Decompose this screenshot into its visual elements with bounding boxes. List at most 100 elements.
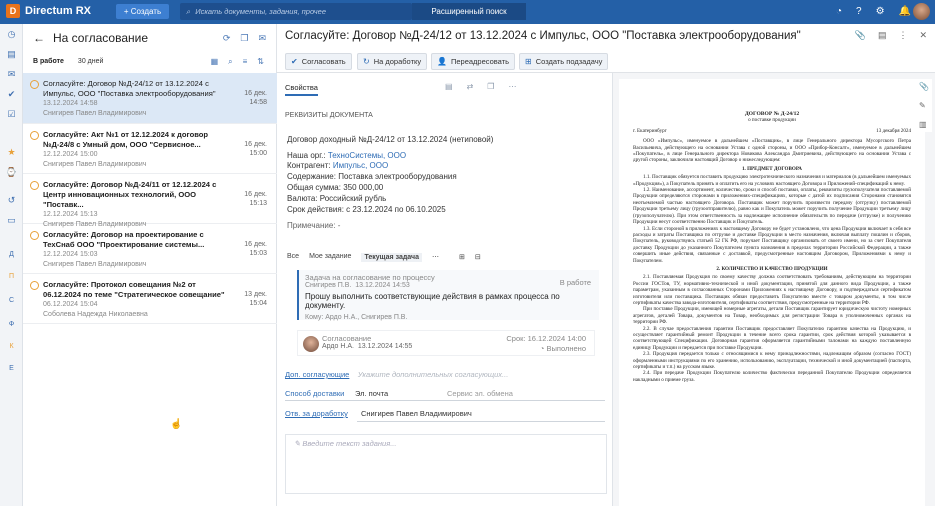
app-logo[interactable]: D Directum RX xyxy=(6,4,91,18)
subtask-icon: ⊞ xyxy=(525,57,532,66)
advanced-search-button[interactable]: Расширенный поиск xyxy=(412,3,526,20)
list-item[interactable]: Согласуйте: Договор на проектирование с … xyxy=(23,224,277,274)
close-icon[interactable]: ✕ xyxy=(919,30,927,41)
grid-icon[interactable]: ▦ xyxy=(211,57,219,67)
deadline-clock-icon xyxy=(30,281,39,290)
tab-all[interactable]: Все xyxy=(287,253,299,262)
task-title: Задача на согласование по процессу xyxy=(305,273,435,282)
tab-properties[interactable]: Свойства xyxy=(285,83,318,96)
tab-30-days[interactable]: 30 дней xyxy=(78,58,103,65)
currency-field: Валюта: Российский рубль xyxy=(287,194,387,203)
properties-panel: Свойства ▤ ⇄ ❐ ⋯ РЕКВИЗИТЫ ДОКУМЕНТА Догово… xyxy=(277,73,613,506)
filter-icon[interactable]: ≡ xyxy=(243,57,248,67)
tab-current-task[interactable]: Текущая задача xyxy=(361,253,422,262)
left-nav: ◷ ▤ ✉ ✔ ☑ ★ ⌚ ↺ ▭ Д П С Ф К Е xyxy=(0,24,23,506)
folder-p-icon[interactable]: П xyxy=(5,270,18,283)
more-icon[interactable]: ⋯ xyxy=(432,253,439,262)
document-page: ДОГОВОР № Д-24/12 о поставке продукции г… xyxy=(619,79,925,506)
sort-icon[interactable]: ⇅ xyxy=(257,57,264,67)
speed-icon[interactable]: ◔ xyxy=(836,6,842,17)
comment-input[interactable]: ✎ Введите текст задания... xyxy=(285,434,607,494)
tab-my-task[interactable]: Мое задание xyxy=(309,253,351,262)
folder-icon[interactable]: ▭ xyxy=(5,214,18,227)
directum-logo-icon: D xyxy=(6,4,20,18)
tab-in-work[interactable]: В работе xyxy=(33,58,64,65)
add-approvers-input[interactable]: Укажите дополнительных согласующих... xyxy=(358,370,509,379)
edit-icon[interactable]: ✎ xyxy=(919,101,929,110)
subtask-card[interactable]: Согласование Ардо Н.А. 13.12.2024 14:55 … xyxy=(297,330,595,356)
rework-responsible-label[interactable]: Отв. за доработку xyxy=(285,409,348,418)
more-icon[interactable]: ⋮ xyxy=(898,30,907,41)
versions-icon[interactable]: ❐ xyxy=(487,82,494,91)
search-icon[interactable]: ⌕ xyxy=(228,57,232,67)
content-field: Содержание: Поставка электрооборудования xyxy=(287,172,457,181)
forward-button[interactable]: 👤 Переадресовать xyxy=(431,53,516,70)
favorites-icon[interactable]: ★ xyxy=(5,146,18,159)
back-arrow-icon[interactable]: ← xyxy=(33,31,45,45)
sum-field: Общая сумма: 350 000,00 xyxy=(287,183,384,192)
approve-button[interactable]: ✔ Согласовать xyxy=(285,53,352,70)
folder-e-icon[interactable]: Е xyxy=(5,362,18,375)
deadline-clock-icon xyxy=(30,80,39,89)
inbox-icon[interactable]: ▤ xyxy=(5,48,18,61)
task-list-panel: ← На согласование ⟳ ❐ ✉ В работе 30 дней ▦ ⌕… xyxy=(23,24,277,506)
document-icon[interactable]: ▤ xyxy=(878,30,887,41)
check-icon: ✔ xyxy=(291,57,298,66)
our-org-link[interactable]: ТехноСистемы, ООО xyxy=(328,151,406,160)
collapse-icon[interactable]: ⊟ xyxy=(475,253,481,262)
help-icon[interactable]: ? xyxy=(856,6,862,17)
status-badge: ◔ Выполнено xyxy=(539,344,586,353)
list-item[interactable]: Согласуйте: Договор №Д-24/12 от 13.12.20… xyxy=(23,73,277,124)
rework-button[interactable]: ↻ На доработку xyxy=(357,53,428,70)
folder-f-icon[interactable]: Ф xyxy=(5,318,18,331)
deadline-icon[interactable]: ⌚ xyxy=(5,166,18,179)
tasks-icon[interactable]: ✉ xyxy=(5,68,18,81)
list-view-icon[interactable]: ▤ xyxy=(445,82,453,91)
attach-icon[interactable]: 📎 xyxy=(855,30,866,41)
page-title: Согласуйте: Договор №Д-24/12 от 13.12.20… xyxy=(285,30,927,42)
clock-icon[interactable]: ◷ xyxy=(5,28,18,41)
user-avatar[interactable] xyxy=(913,3,930,20)
list-item[interactable]: Согласуйте: Протокол совещания №2 от 06.… xyxy=(23,274,277,324)
history-icon[interactable]: ↺ xyxy=(5,194,18,207)
status-badge: В работе xyxy=(559,278,591,287)
notifications-icon[interactable]: 🔔 xyxy=(899,6,911,17)
folder-k-icon[interactable]: К xyxy=(5,340,18,353)
mail-icon[interactable]: ✉ xyxy=(258,33,266,44)
rework-icon: ↻ xyxy=(363,57,370,66)
task-recipients: Кому: Ардо Н.А., Снигирев П.В. xyxy=(305,314,408,321)
list-item[interactable]: Согласуйте: Акт №1 от 12.12.2024 к догов… xyxy=(23,124,277,174)
counterparty-link[interactable]: Импульс, ООО xyxy=(333,161,388,170)
attach-icon[interactable]: 📎 xyxy=(919,82,929,91)
list-item[interactable]: Согласуйте: Договор №Д-24/11 от 12.12.20… xyxy=(23,174,277,228)
approval-icon[interactable]: ✔ xyxy=(5,88,18,101)
edi-service-label: Сервис эл. обмена xyxy=(447,389,513,398)
book-icon[interactable]: ▥ xyxy=(919,120,929,129)
copy-icon[interactable]: ❐ xyxy=(240,33,248,44)
global-search-input[interactable]: ⌕ Искать документы, задания, прочее xyxy=(180,3,412,20)
relations-icon[interactable]: ⇄ xyxy=(467,82,474,91)
document-tools: 📎 ✎ ▥ xyxy=(916,79,932,132)
create-subtask-button[interactable]: ⊞ Создать подзадачу xyxy=(519,53,609,70)
forward-icon: 👤 xyxy=(437,57,447,66)
deadline-text: Срок: 16.12.2024 14:00 xyxy=(506,334,586,343)
more-icon[interactable]: ⋯ xyxy=(508,82,516,91)
add-approvers-label[interactable]: Доп. согласующие xyxy=(285,370,349,379)
folder-s-icon[interactable]: С xyxy=(5,294,18,307)
deadline-clock-icon xyxy=(30,181,39,190)
search-icon: ⌕ xyxy=(186,6,191,16)
task-card[interactable]: Задача на согласование по процессу Сниги… xyxy=(297,270,599,321)
create-button[interactable]: + Создать xyxy=(116,4,169,19)
document-name: Договор доходный №Д-24/12 от 13.12.2024 … xyxy=(287,135,494,144)
refresh-icon[interactable]: ⟳ xyxy=(223,33,231,44)
expand-icon[interactable]: ⊞ xyxy=(459,253,465,262)
folder-d-icon[interactable]: Д xyxy=(5,248,18,261)
deadline-clock-icon xyxy=(30,131,39,140)
assignments-icon[interactable]: ☑ xyxy=(5,108,18,121)
delivery-field[interactable]: Эл. почта xyxy=(355,389,388,398)
doc-subtitle: о поставке продукции xyxy=(748,117,796,124)
action-toolbar: ✔ Согласовать ↻ На доработку 👤 Переадресова… xyxy=(277,51,935,73)
rework-responsible-field[interactable]: Снигирев Павел Владимирович xyxy=(361,409,472,418)
settings-icon[interactable]: ⚙ xyxy=(876,6,885,17)
deadline-clock-icon xyxy=(30,231,39,240)
